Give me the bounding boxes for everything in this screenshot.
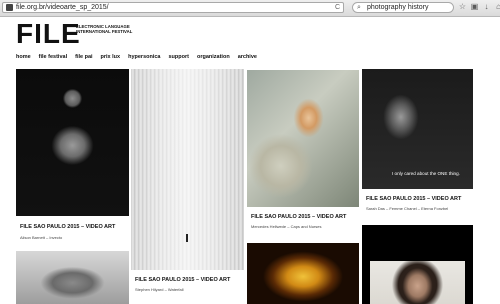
address-bar[interactable]: file.org.br/videoarte_sp_2015/ C [2, 2, 344, 13]
video-subtitle: I only cared about the ONE thing. [392, 171, 460, 176]
card-caption: FILE SAO PAULO 2015 – VIDEO ART Stephen … [131, 270, 244, 297]
card-image[interactable] [16, 251, 129, 304]
card-image[interactable] [131, 69, 244, 270]
card-title[interactable]: FILE SAO PAULO 2015 – VIDEO ART [366, 196, 461, 202]
card-femme-chanel[interactable]: I only cared about the ONE thing. FILE S… [362, 69, 473, 221]
site-favicon-icon [6, 4, 13, 11]
nav-prix-lux[interactable]: prix lux [101, 54, 121, 60]
card-title[interactable]: FILE SAO PAULO 2015 – VIDEO ART [135, 277, 230, 283]
card-subtitle: Mercedes Hellwede – Caps and Nurses [251, 224, 322, 229]
home-icon[interactable]: ⌂ [494, 1, 500, 13]
card-image[interactable]: I only cared about the ONE thing. [362, 69, 473, 189]
site-logo[interactable]: FILE [16, 20, 81, 48]
card-caps-and-nurses[interactable]: FILE SAO PAULO 2015 – VIDEO ART Mercedes… [247, 70, 359, 235]
card-subtitle: Stephen Hilyard – Waterfall [135, 287, 184, 292]
nav-hypersonica[interactable]: hypersonica [128, 54, 160, 60]
star-icon[interactable]: ☆ [458, 1, 467, 13]
card-invecto[interactable]: FILE SAO PAULO 2015 – VIDEO ART Alison B… [16, 69, 129, 247]
card-image[interactable] [247, 243, 359, 304]
nav-archive[interactable]: archive [238, 54, 257, 60]
reload-icon[interactable]: C [335, 3, 340, 12]
card-image[interactable] [370, 261, 465, 304]
card-caption: FILE SAO PAULO 2015 – VIDEO ART Mercedes… [247, 207, 359, 235]
card-image[interactable] [16, 69, 129, 216]
url-text[interactable]: file.org.br/videoarte_sp_2015/ [16, 3, 109, 12]
logo-subtitle: ELECTRONIC LANGUAGE INTERNATIONAL FESTIV… [76, 24, 133, 34]
nav-file-festival[interactable]: file festival [39, 54, 67, 60]
card-image[interactable] [247, 70, 359, 207]
card-caption: FILE SAO PAULO 2015 – VIDEO ART Sarah Da… [362, 189, 473, 221]
card-waterfall[interactable]: FILE SAO PAULO 2015 – VIDEO ART Stephen … [131, 69, 244, 297]
card-fire[interactable] [247, 243, 359, 304]
browser-toolbar: file.org.br/videoarte_sp_2015/ C ⌕ photo… [0, 0, 500, 17]
card-ruin[interactable] [16, 251, 129, 304]
search-bar[interactable]: ⌕ photography history [352, 2, 454, 13]
main-nav: home file festival file pai prix lux hyp… [16, 54, 257, 60]
download-icon[interactable]: ↓ [482, 1, 491, 13]
card-title[interactable]: FILE SAO PAULO 2015 – VIDEO ART [251, 214, 346, 220]
nav-home[interactable]: home [16, 54, 31, 60]
bookmark-icon[interactable]: ▣ [470, 1, 479, 13]
card-subtitle: Sarah Das – Femme Chanel – Eterna Fonzbe… [366, 206, 449, 211]
search-input[interactable]: photography history [367, 3, 428, 12]
nav-support[interactable]: support [169, 54, 189, 60]
card-girl-video[interactable] [362, 225, 473, 304]
search-icon: ⌕ [357, 4, 361, 11]
card-title[interactable]: FILE SAO PAULO 2015 – VIDEO ART [20, 224, 115, 230]
toolbar-icons: ☆ ▣ ↓ ⌂ [458, 1, 500, 13]
nav-organization[interactable]: organization [197, 54, 230, 60]
person-figure [186, 234, 188, 242]
card-caption: FILE SAO PAULO 2015 – VIDEO ART Alison B… [16, 216, 129, 247]
card-subtitle: Alison Barnett – Invecto [20, 235, 63, 240]
nav-file-pai[interactable]: file pai [75, 54, 92, 60]
